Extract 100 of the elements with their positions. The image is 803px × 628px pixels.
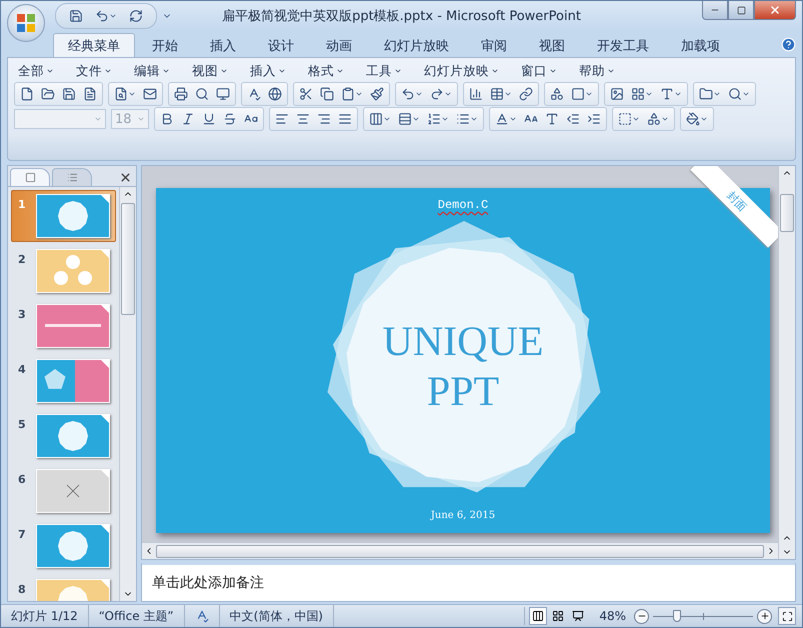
menu-item[interactable]: 窗口 xyxy=(521,62,557,80)
zoom-thumb[interactable] xyxy=(673,610,681,622)
line-spacing-icon xyxy=(398,112,412,126)
projector-icon xyxy=(572,610,584,622)
shape-fill-icon xyxy=(686,112,700,126)
caret-icon xyxy=(585,90,593,98)
scroll-thumb[interactable] xyxy=(156,544,764,558)
menu-item[interactable]: 工具 xyxy=(366,62,402,80)
slide-list-item[interactable]: 8 xyxy=(11,575,116,601)
caret-icon xyxy=(137,115,145,123)
align-center-icon xyxy=(296,112,310,126)
save-icon xyxy=(62,87,76,101)
slide-thumbnail[interactable] xyxy=(36,414,110,458)
caret-icon xyxy=(220,67,228,75)
caret-icon xyxy=(336,67,344,75)
scroll-thumb[interactable] xyxy=(780,194,794,232)
font-name-field[interactable] xyxy=(14,109,106,129)
caret-icon xyxy=(549,67,557,75)
slide-counter: 幻灯片 1/12 xyxy=(1,605,89,627)
plus-icon xyxy=(760,611,770,621)
theme-name: “Office 主题” xyxy=(88,605,185,627)
slide-number: 1 xyxy=(18,198,27,211)
mail-icon xyxy=(143,87,157,101)
ribbon-tab[interactable]: 插入 xyxy=(195,33,251,57)
close-icon xyxy=(769,4,781,16)
cut-icon xyxy=(299,87,313,101)
undo-icon xyxy=(401,87,415,101)
slide-thumbnail[interactable] xyxy=(36,249,110,293)
new-file-icon xyxy=(20,87,34,101)
menu-item[interactable]: 幻灯片放映 xyxy=(424,62,499,80)
slide-list-item[interactable]: 2 xyxy=(11,245,116,297)
normal-view-button[interactable] xyxy=(529,607,548,625)
caret-icon xyxy=(504,90,512,98)
slide-list-item[interactable]: 3 xyxy=(11,300,116,352)
zoom-slider[interactable] xyxy=(653,609,753,623)
close-button[interactable] xyxy=(754,1,796,20)
caret-icon xyxy=(383,115,391,123)
menu-item[interactable]: 帮助 xyxy=(579,62,615,80)
ribbon-tab[interactable]: 开始 xyxy=(137,33,193,57)
ribbon-tab[interactable]: 幻灯片放映 xyxy=(369,33,464,57)
ribbon-tab[interactable]: 开发工具 xyxy=(582,33,664,57)
menu-item[interactable]: 格式 xyxy=(308,62,344,80)
slide-thumbnail[interactable] xyxy=(36,469,110,513)
ribbon-tab[interactable]: 加载项 xyxy=(666,33,735,57)
ribbon-tab[interactable]: 动画 xyxy=(311,33,367,57)
notes-text[interactable]: 单击此处添加备注 xyxy=(141,562,796,602)
slide-number: 3 xyxy=(18,308,27,321)
spell-check-icon xyxy=(247,87,261,101)
caret-icon xyxy=(700,115,708,123)
paste-icon xyxy=(341,87,355,101)
ribbon-tab[interactable]: 审阅 xyxy=(466,33,522,57)
redo-icon xyxy=(430,87,444,101)
repeat-icon xyxy=(129,9,143,23)
zoom-level: 48% xyxy=(598,609,627,623)
menu-item[interactable]: 全部 xyxy=(18,62,54,80)
office-button[interactable] xyxy=(7,4,45,42)
menu-item[interactable]: 视图 xyxy=(192,62,228,80)
align-left-icon xyxy=(275,112,289,126)
slide-thumbnail[interactable] xyxy=(36,194,110,238)
caret-icon xyxy=(742,90,750,98)
hyperlink-icon xyxy=(519,87,533,101)
zoom-out-button[interactable] xyxy=(634,608,649,624)
slide-thumbnail[interactable] xyxy=(36,524,110,568)
scroll-thumb[interactable] xyxy=(121,203,135,315)
menu-item[interactable]: 插入 xyxy=(250,62,286,80)
underline-icon xyxy=(202,112,216,126)
decrease-indent-icon xyxy=(566,112,580,126)
caret-icon xyxy=(162,67,170,75)
slide-title: PPT xyxy=(426,371,500,413)
slides-tab[interactable] xyxy=(10,168,50,186)
caret-icon xyxy=(441,115,449,123)
caret-icon xyxy=(109,12,117,20)
slide-thumbnail[interactable] xyxy=(36,304,110,348)
slide-list-item[interactable]: 6 xyxy=(11,465,116,517)
scrollbar[interactable] xyxy=(119,187,136,601)
slide-number: 2 xyxy=(18,253,27,266)
scrollbar[interactable] xyxy=(778,166,795,559)
slide-list-item[interactable]: 7 xyxy=(11,520,116,572)
caret-icon xyxy=(491,67,499,75)
align-right-icon xyxy=(317,112,331,126)
normal-view-icon xyxy=(532,610,544,622)
fit-window-button[interactable] xyxy=(778,607,796,625)
zoom-in-button[interactable] xyxy=(757,608,772,624)
ribbon-tab[interactable]: 设计 xyxy=(253,33,309,57)
menu-item[interactable]: 编辑 xyxy=(134,62,170,80)
maximize-icon xyxy=(736,6,746,14)
slide-list-item[interactable]: 5 xyxy=(11,410,116,462)
horizontal-scrollbar[interactable] xyxy=(142,542,778,559)
ribbon-tab[interactable]: 视图 xyxy=(524,33,580,57)
menu-item[interactable]: 文件 xyxy=(76,62,112,80)
caret-icon xyxy=(632,115,640,123)
maximize-button[interactable] xyxy=(728,1,754,20)
caret-icon xyxy=(713,90,721,98)
slide-list-item[interactable]: 4 xyxy=(11,355,116,407)
slide-thumbnail[interactable] xyxy=(36,359,110,403)
folder-icon xyxy=(699,87,713,101)
ribbon-tab[interactable]: 经典菜单 xyxy=(53,33,135,57)
caret-icon xyxy=(46,67,54,75)
slide-number: 5 xyxy=(18,418,27,431)
numbering-icon xyxy=(427,112,441,126)
